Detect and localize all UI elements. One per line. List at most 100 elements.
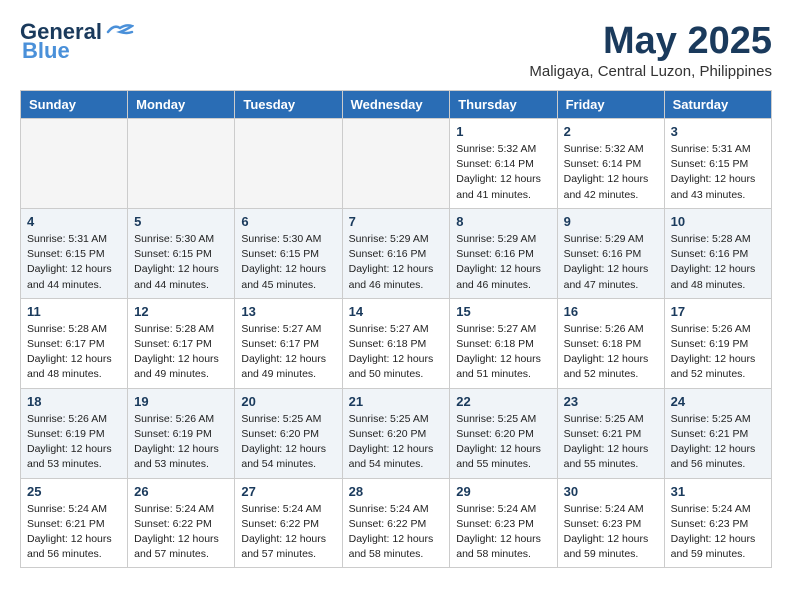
day-info: Sunrise: 5:32 AM Sunset: 6:14 PM Dayligh… [456, 142, 550, 203]
calendar-cell: 27 Sunrise: 5:24 AM Sunset: 6:22 PM Dayli… [235, 478, 342, 568]
day-number: 2 [564, 124, 658, 139]
day-info: Sunrise: 5:31 AM Sunset: 6:15 PM Dayligh… [27, 232, 121, 293]
day-info: Sunrise: 5:26 AM Sunset: 6:19 PM Dayligh… [134, 412, 228, 473]
day-info: Sunrise: 5:25 AM Sunset: 6:20 PM Dayligh… [349, 412, 444, 473]
day-number: 14 [349, 304, 444, 319]
calendar-header-row: SundayMondayTuesdayWednesdayThursdayFrid… [21, 91, 772, 119]
day-info: Sunrise: 5:25 AM Sunset: 6:21 PM Dayligh… [671, 412, 765, 473]
calendar-cell: 13 Sunrise: 5:27 AM Sunset: 6:17 PM Dayli… [235, 298, 342, 388]
calendar-cell: 1 Sunrise: 5:32 AM Sunset: 6:14 PM Daylig… [450, 119, 557, 209]
calendar-cell: 6 Sunrise: 5:30 AM Sunset: 6:15 PM Daylig… [235, 208, 342, 298]
calendar-cell: 3 Sunrise: 5:31 AM Sunset: 6:15 PM Daylig… [664, 119, 771, 209]
calendar-cell: 26 Sunrise: 5:24 AM Sunset: 6:22 PM Dayli… [128, 478, 235, 568]
day-number: 17 [671, 304, 765, 319]
day-of-week-header: Friday [557, 91, 664, 119]
day-info: Sunrise: 5:25 AM Sunset: 6:20 PM Dayligh… [456, 412, 550, 473]
calendar-cell: 30Sunrise: 5:24 AM Sunset: 6:23 PM Dayli… [557, 478, 664, 568]
day-number: 6 [241, 214, 335, 229]
day-info: Sunrise: 5:26 AM Sunset: 6:19 PM Dayligh… [671, 322, 765, 383]
logo: General Blue [20, 20, 134, 62]
day-number: 7 [349, 214, 444, 229]
day-number: 31 [671, 484, 765, 499]
calendar-week-row: 1 Sunrise: 5:32 AM Sunset: 6:14 PM Daylig… [21, 119, 772, 209]
day-number: 28 [349, 484, 444, 499]
day-info: Sunrise: 5:32 AM Sunset: 6:14 PM Dayligh… [564, 142, 658, 203]
day-info: Sunrise: 5:24 AM Sunset: 6:22 PM Dayligh… [134, 502, 228, 563]
day-info: Sunrise: 5:29 AM Sunset: 6:16 PM Dayligh… [456, 232, 550, 293]
day-info: Sunrise: 5:25 AM Sunset: 6:21 PM Dayligh… [564, 412, 658, 473]
day-number: 15 [456, 304, 550, 319]
calendar-cell: 7 Sunrise: 5:29 AM Sunset: 6:16 PM Daylig… [342, 208, 450, 298]
day-info: Sunrise: 5:27 AM Sunset: 6:18 PM Dayligh… [456, 322, 550, 383]
day-info: Sunrise: 5:28 AM Sunset: 6:16 PM Dayligh… [671, 232, 765, 293]
day-number: 19 [134, 394, 228, 409]
day-of-week-header: Sunday [21, 91, 128, 119]
calendar-cell: 21Sunrise: 5:25 AM Sunset: 6:20 PM Dayli… [342, 388, 450, 478]
calendar-cell: 8 Sunrise: 5:29 AM Sunset: 6:16 PM Daylig… [450, 208, 557, 298]
day-info: Sunrise: 5:24 AM Sunset: 6:22 PM Dayligh… [241, 502, 335, 563]
calendar-cell: 5Sunrise: 5:30 AM Sunset: 6:15 PM Daylig… [128, 208, 235, 298]
day-info: Sunrise: 5:29 AM Sunset: 6:16 PM Dayligh… [564, 232, 658, 293]
day-info: Sunrise: 5:28 AM Sunset: 6:17 PM Dayligh… [134, 322, 228, 383]
day-number: 26 [134, 484, 228, 499]
day-of-week-header: Wednesday [342, 91, 450, 119]
calendar-cell: 25Sunrise: 5:24 AM Sunset: 6:21 PM Dayli… [21, 478, 128, 568]
day-number: 5 [134, 214, 228, 229]
day-info: Sunrise: 5:27 AM Sunset: 6:18 PM Dayligh… [349, 322, 444, 383]
day-number: 16 [564, 304, 658, 319]
calendar-cell: 2 Sunrise: 5:32 AM Sunset: 6:14 PM Daylig… [557, 119, 664, 209]
logo-bird-icon [106, 22, 134, 42]
calendar-cell: 29 Sunrise: 5:24 AM Sunset: 6:23 PM Dayli… [450, 478, 557, 568]
day-number: 3 [671, 124, 765, 139]
day-info: Sunrise: 5:31 AM Sunset: 6:15 PM Dayligh… [671, 142, 765, 203]
location-subtitle: Maligaya, Central Luzon, Philippines [529, 63, 772, 80]
day-number: 25 [27, 484, 121, 499]
month-title: May 2025 [529, 20, 772, 63]
day-number: 13 [241, 304, 335, 319]
calendar-cell: 28Sunrise: 5:24 AM Sunset: 6:22 PM Dayli… [342, 478, 450, 568]
day-number: 18 [27, 394, 121, 409]
day-number: 24 [671, 394, 765, 409]
calendar-week-row: 18 Sunrise: 5:26 AM Sunset: 6:19 PM Dayli… [21, 388, 772, 478]
day-info: Sunrise: 5:26 AM Sunset: 6:18 PM Dayligh… [564, 322, 658, 383]
day-number: 1 [456, 124, 550, 139]
day-number: 9 [564, 214, 658, 229]
calendar-cell [235, 119, 342, 209]
day-number: 12 [134, 304, 228, 319]
calendar-week-row: 25Sunrise: 5:24 AM Sunset: 6:21 PM Dayli… [21, 478, 772, 568]
day-info: Sunrise: 5:29 AM Sunset: 6:16 PM Dayligh… [349, 232, 444, 293]
day-number: 27 [241, 484, 335, 499]
day-number: 11 [27, 304, 121, 319]
day-number: 4 [27, 214, 121, 229]
calendar-cell: 17 Sunrise: 5:26 AM Sunset: 6:19 PM Dayli… [664, 298, 771, 388]
calendar-cell [342, 119, 450, 209]
logo-blue-text: Blue [22, 40, 70, 62]
calendar-cell: 11 Sunrise: 5:28 AM Sunset: 6:17 PM Dayli… [21, 298, 128, 388]
calendar-table: SundayMondayTuesdayWednesdayThursdayFrid… [20, 90, 772, 568]
day-number: 22 [456, 394, 550, 409]
day-info: Sunrise: 5:30 AM Sunset: 6:15 PM Dayligh… [241, 232, 335, 293]
title-area: May 2025 Maligaya, Central Luzon, Philip… [529, 20, 772, 80]
calendar-cell: 23Sunrise: 5:25 AM Sunset: 6:21 PM Dayli… [557, 388, 664, 478]
day-number: 29 [456, 484, 550, 499]
day-info: Sunrise: 5:24 AM Sunset: 6:23 PM Dayligh… [456, 502, 550, 563]
day-info: Sunrise: 5:27 AM Sunset: 6:17 PM Dayligh… [241, 322, 335, 383]
calendar-week-row: 11 Sunrise: 5:28 AM Sunset: 6:17 PM Dayli… [21, 298, 772, 388]
day-of-week-header: Monday [128, 91, 235, 119]
page-header: General Blue May 2025 Maligaya, Central … [20, 20, 772, 80]
calendar-cell: 12 Sunrise: 5:28 AM Sunset: 6:17 PM Dayli… [128, 298, 235, 388]
day-of-week-header: Thursday [450, 91, 557, 119]
calendar-week-row: 4 Sunrise: 5:31 AM Sunset: 6:15 PM Daylig… [21, 208, 772, 298]
day-info: Sunrise: 5:24 AM Sunset: 6:23 PM Dayligh… [671, 502, 765, 563]
calendar-cell [21, 119, 128, 209]
day-info: Sunrise: 5:28 AM Sunset: 6:17 PM Dayligh… [27, 322, 121, 383]
calendar-cell [128, 119, 235, 209]
calendar-cell: 18 Sunrise: 5:26 AM Sunset: 6:19 PM Dayli… [21, 388, 128, 478]
calendar-cell: 4 Sunrise: 5:31 AM Sunset: 6:15 PM Daylig… [21, 208, 128, 298]
day-info: Sunrise: 5:26 AM Sunset: 6:19 PM Dayligh… [27, 412, 121, 473]
calendar-cell: 20Sunrise: 5:25 AM Sunset: 6:20 PM Dayli… [235, 388, 342, 478]
calendar-cell: 10Sunrise: 5:28 AM Sunset: 6:16 PM Dayli… [664, 208, 771, 298]
calendar-cell: 24 Sunrise: 5:25 AM Sunset: 6:21 PM Dayli… [664, 388, 771, 478]
day-number: 8 [456, 214, 550, 229]
calendar-cell: 15 Sunrise: 5:27 AM Sunset: 6:18 PM Dayli… [450, 298, 557, 388]
